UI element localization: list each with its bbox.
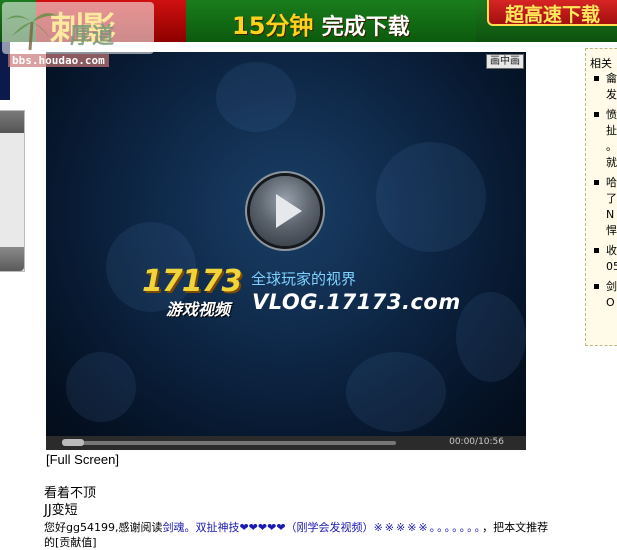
- play-icon: [276, 194, 302, 228]
- related-panel: 相关 龠 发 愤 扯 。 就 哈 了 N 悍 收 05 剑 O: [585, 48, 617, 346]
- left-sidebar-tab-bottom[interactable]: [0, 247, 24, 271]
- time-display: 00:00/10:56: [449, 437, 504, 447]
- related-item-text[interactable]: 。: [606, 139, 617, 155]
- related-item[interactable]: 愤 扯 。 就: [586, 107, 617, 171]
- related-item-text[interactable]: 收: [606, 243, 617, 259]
- related-item-text[interactable]: 愤: [606, 107, 617, 123]
- video-player[interactable]: 画中画 17173 游戏视频 全球玩家的视界 VLOG.17173.com 00…: [46, 52, 526, 450]
- related-item-text[interactable]: N: [606, 207, 617, 223]
- bokeh-light: [456, 292, 526, 382]
- player-control-bar: 00:00/10:56: [46, 436, 526, 450]
- article-dots: 。。。。。。。: [429, 521, 483, 534]
- seek-bar[interactable]: [62, 439, 396, 446]
- related-item-text[interactable]: 哈: [606, 175, 617, 191]
- left-sidebar-panel[interactable]: [0, 110, 25, 272]
- player-slogan: 全球玩家的视界: [251, 270, 357, 288]
- pip-button[interactable]: 画中画: [486, 54, 524, 69]
- watermark-url: bbs.houdao.com: [8, 54, 109, 67]
- banner-promo-action: 完成下载: [321, 15, 410, 40]
- player-site: VLOG.17173.com: [252, 290, 461, 314]
- related-title: 相关: [590, 57, 612, 70]
- banner-download-label: 超高速下载: [505, 4, 601, 26]
- seek-thumb[interactable]: [62, 439, 84, 446]
- related-item[interactable]: 剑 O: [586, 279, 617, 311]
- forum-watermark: 厚道 bbs.houdao.com: [0, 0, 160, 70]
- related-item-text[interactable]: 05: [606, 259, 617, 275]
- post-line-2: JJ变短: [44, 503, 78, 518]
- related-item-text[interactable]: 扯: [606, 123, 617, 139]
- related-item-text[interactable]: O: [606, 295, 617, 311]
- fullscreen-link[interactable]: [Full Screen]: [46, 452, 119, 467]
- related-item-text[interactable]: 龠: [606, 71, 617, 87]
- play-button[interactable]: [250, 176, 320, 246]
- bokeh-light: [216, 62, 296, 132]
- left-sidebar-tab-top[interactable]: [0, 111, 24, 133]
- thanks-suffix: ，把本文推荐: [482, 521, 549, 534]
- bokeh-light: [346, 352, 446, 432]
- player-logo-game: 游戏视频: [166, 300, 231, 319]
- thanks-line: 您好gg54199,感谢阅读剑魂。双扯神技❤❤❤❤❤（刚学会发视频）※※※※※。…: [44, 519, 617, 535]
- article-stars: ※※※※※: [373, 521, 430, 534]
- related-item[interactable]: 收 05: [586, 243, 617, 275]
- related-item-text[interactable]: 剑: [606, 279, 617, 295]
- related-list: 龠 发 愤 扯 。 就 哈 了 N 悍 收 05 剑 O: [586, 71, 617, 315]
- article-link[interactable]: 剑魂。双扯神技❤❤❤❤❤（刚学会发视频）: [162, 521, 373, 534]
- watermark-seal-icon: 厚道: [70, 23, 115, 49]
- related-item-text[interactable]: 发: [606, 87, 617, 103]
- related-item-text[interactable]: 了: [606, 191, 617, 207]
- palm-tree-icon: [6, 13, 58, 51]
- bokeh-light: [376, 142, 486, 252]
- related-item-text[interactable]: 悍: [606, 223, 617, 239]
- banner-download-button[interactable]: 超高速下载: [487, 0, 617, 26]
- thanks-prefix: 您好gg54199,感谢阅读: [44, 521, 163, 534]
- banner-promo-number: 15分钟: [232, 12, 314, 40]
- related-item[interactable]: 哈 了 N 悍: [586, 175, 617, 239]
- related-item-text[interactable]: 就: [606, 155, 617, 171]
- related-item[interactable]: 龠 发: [586, 71, 617, 103]
- bokeh-light: [66, 352, 136, 422]
- banner-promo-text: 15分钟 完成下载: [232, 6, 410, 41]
- player-logo-number: 17173: [142, 264, 242, 299]
